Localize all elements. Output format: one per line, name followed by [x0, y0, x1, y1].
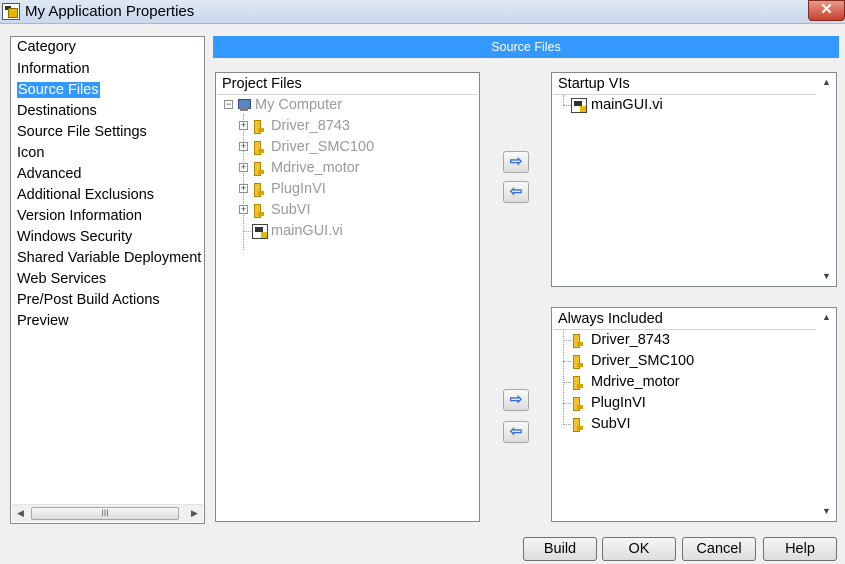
- add-always-included-button[interactable]: ⇨: [503, 389, 529, 411]
- category-item-source-files[interactable]: Source Files: [16, 80, 204, 101]
- vi-file-icon: [571, 98, 587, 113]
- folder-icon: [570, 354, 584, 369]
- tree-label: mainGUI.vi: [271, 223, 343, 239]
- tree-folder[interactable]: + PlugInVI: [216, 179, 479, 200]
- scroll-up-icon[interactable]: ▲: [818, 309, 835, 326]
- category-item-information[interactable]: Information: [16, 59, 204, 80]
- startup-vis-header: Startup VIs: [553, 74, 816, 95]
- scroll-left-icon[interactable]: ◀: [12, 505, 29, 522]
- tree-folder[interactable]: + SubVI: [216, 200, 479, 221]
- startup-vis-list: mainGUI.vi: [552, 95, 836, 116]
- folder-icon: [251, 119, 265, 134]
- title-bar: My Application Properties ✕: [0, 0, 845, 24]
- folder-icon: [570, 396, 584, 411]
- scroll-up-icon[interactable]: ▲: [818, 74, 835, 91]
- startup-vis-panel: Startup VIs mainGUI.vi ▲ ▼: [551, 72, 837, 287]
- list-item[interactable]: Driver_8743: [552, 330, 836, 351]
- list-item-label: Driver_SMC100: [591, 353, 695, 369]
- list-item-label: mainGUI.vi: [591, 97, 663, 113]
- tree-connector: [244, 231, 251, 232]
- list-item-label: Driver_8743: [591, 332, 670, 348]
- tree-connector: [563, 105, 571, 106]
- collapse-icon[interactable]: −: [224, 100, 233, 109]
- folder-icon: [570, 333, 584, 348]
- tree-root-my-computer[interactable]: − My Computer: [216, 95, 479, 116]
- add-startup-button[interactable]: ⇨: [503, 151, 529, 173]
- category-item-destinations[interactable]: Destinations: [16, 101, 204, 122]
- window-title: My Application Properties: [25, 3, 195, 20]
- category-item-web-services[interactable]: Web Services: [16, 269, 204, 290]
- expand-icon[interactable]: +: [239, 121, 248, 130]
- category-item-icon[interactable]: Icon: [16, 143, 204, 164]
- project-files-panel: Project Files − My Computer + Driver_874…: [215, 72, 480, 522]
- category-item-version-information[interactable]: Version Information: [16, 206, 204, 227]
- always-included-list: Driver_8743 Driver_SMC100 Mdrive_motor P…: [552, 330, 836, 435]
- category-item-preview[interactable]: Preview: [16, 311, 204, 332]
- tree-label: Driver_8743: [271, 118, 350, 134]
- close-button[interactable]: ✕: [808, 0, 845, 21]
- expand-icon[interactable]: +: [239, 142, 248, 151]
- list-item[interactable]: Mdrive_motor: [552, 372, 836, 393]
- folder-icon: [251, 161, 265, 176]
- help-button[interactable]: Help: [763, 537, 837, 561]
- computer-icon: [237, 98, 251, 112]
- tree-folder[interactable]: + Driver_8743: [216, 116, 479, 137]
- scroll-down-icon[interactable]: ▼: [818, 268, 835, 285]
- scroll-right-icon[interactable]: ▶: [186, 505, 203, 522]
- category-horizontal-scrollbar[interactable]: ◀ III ▶: [12, 504, 203, 522]
- list-item[interactable]: SubVI: [552, 414, 836, 435]
- tree-label: Mdrive_motor: [271, 160, 360, 176]
- category-item-pre-post-build-actions[interactable]: Pre/Post Build Actions: [16, 290, 204, 311]
- list-item-label: Mdrive_motor: [591, 374, 680, 390]
- cancel-button[interactable]: Cancel: [682, 537, 756, 561]
- remove-always-included-button[interactable]: ⇦: [503, 421, 529, 443]
- folder-icon: [570, 417, 584, 432]
- tree-folder[interactable]: + Driver_SMC100: [216, 137, 479, 158]
- tree-label: My Computer: [255, 97, 343, 113]
- app-icon: [2, 3, 20, 20]
- tree-label: SubVI: [271, 202, 311, 218]
- list-item-label: PlugInVI: [591, 395, 646, 411]
- remove-startup-button[interactable]: ⇦: [503, 181, 529, 203]
- category-header: Category: [17, 39, 76, 55]
- scroll-thumb[interactable]: III: [31, 507, 179, 520]
- expand-icon[interactable]: +: [239, 163, 248, 172]
- list-item-label: SubVI: [591, 416, 631, 432]
- project-files-tree: − My Computer + Driver_8743 + Driver_SMC…: [216, 95, 479, 250]
- tree-folder[interactable]: + Mdrive_motor: [216, 158, 479, 179]
- category-panel: Category Information Source Files Destin…: [10, 36, 205, 524]
- always-included-panel: Always Included Driver_8743 Driver_SMC10…: [551, 307, 837, 522]
- startup-vertical-scrollbar[interactable]: ▲ ▼: [818, 74, 835, 285]
- folder-icon: [251, 140, 265, 155]
- build-button[interactable]: Build: [523, 537, 597, 561]
- folder-icon: [251, 203, 265, 218]
- folder-icon: [570, 375, 584, 390]
- category-item-shared-variable-deployment[interactable]: Shared Variable Deployment: [16, 248, 204, 269]
- project-files-header: Project Files: [217, 74, 478, 95]
- tree-connector: [563, 95, 564, 105]
- always-included-header: Always Included: [553, 309, 816, 330]
- category-item-source-file-settings[interactable]: Source File Settings: [16, 122, 204, 143]
- tree-file[interactable]: mainGUI.vi: [216, 221, 479, 242]
- list-item[interactable]: Driver_SMC100: [552, 351, 836, 372]
- scroll-down-icon[interactable]: ▼: [818, 503, 835, 520]
- ok-button[interactable]: OK: [602, 537, 676, 561]
- category-item-windows-security[interactable]: Windows Security: [16, 227, 204, 248]
- category-list: Information Source Files Destinations So…: [16, 59, 204, 332]
- section-banner: Source Files: [213, 36, 839, 58]
- expand-icon[interactable]: +: [239, 205, 248, 214]
- vi-file-icon: [252, 224, 268, 239]
- tree-label: Driver_SMC100: [271, 139, 375, 155]
- list-item[interactable]: mainGUI.vi: [552, 95, 836, 116]
- folder-icon: [251, 182, 265, 197]
- always-included-vertical-scrollbar[interactable]: ▲ ▼: [818, 309, 835, 520]
- tree-label: PlugInVI: [271, 181, 326, 197]
- category-item-advanced[interactable]: Advanced: [16, 164, 204, 185]
- category-item-additional-exclusions[interactable]: Additional Exclusions: [16, 185, 204, 206]
- list-item[interactable]: PlugInVI: [552, 393, 836, 414]
- expand-icon[interactable]: +: [239, 184, 248, 193]
